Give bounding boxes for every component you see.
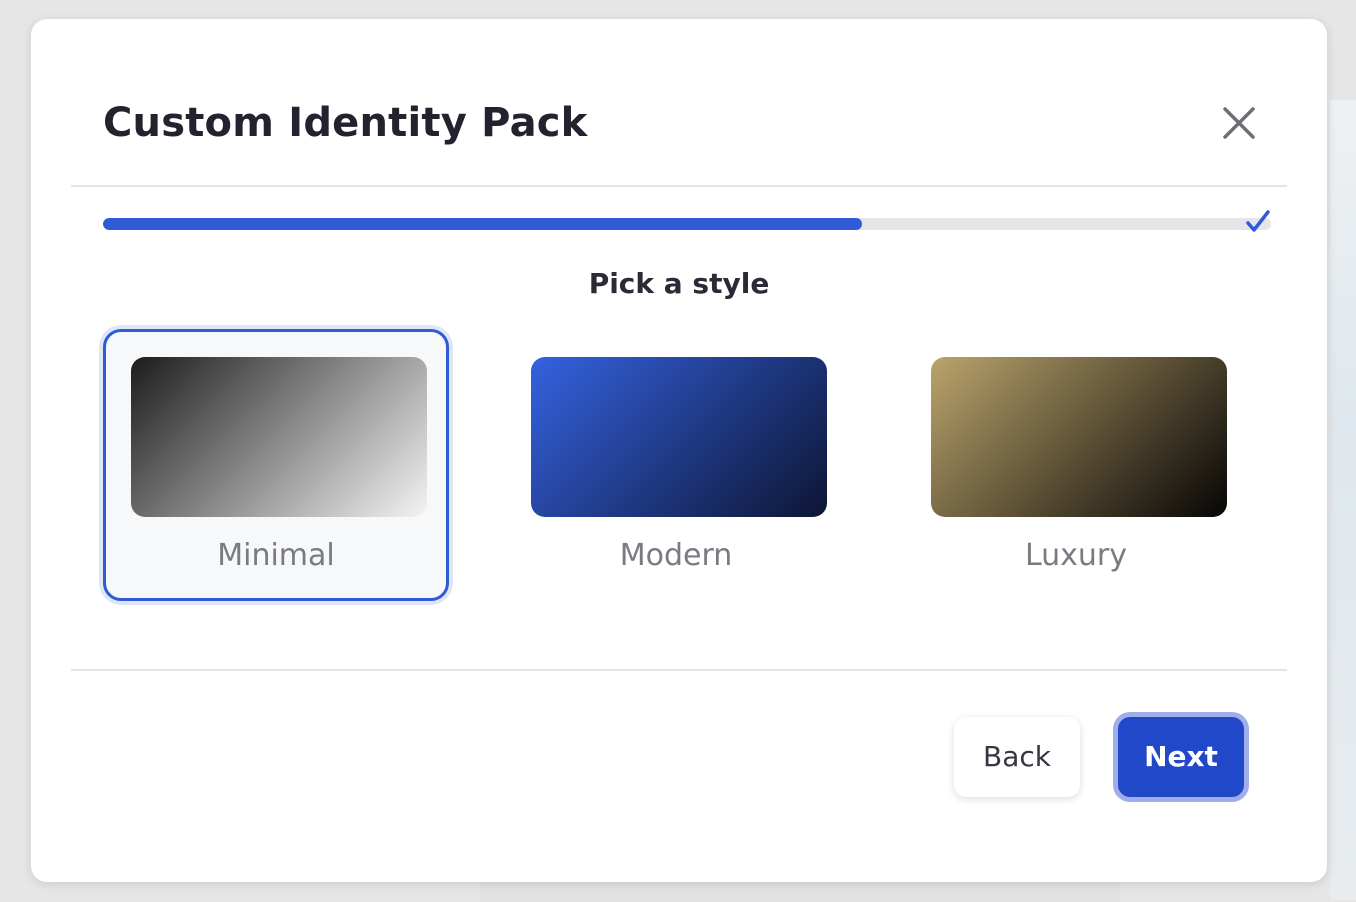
background-content <box>1330 100 1356 900</box>
close-icon <box>1223 107 1255 139</box>
next-button[interactable]: Next <box>1118 717 1244 797</box>
style-option-minimal[interactable]: Minimal <box>103 329 449 601</box>
back-button[interactable]: Back <box>954 717 1080 797</box>
progress-fill <box>103 218 863 230</box>
style-option-modern[interactable]: Modern <box>503 329 849 601</box>
style-label: Modern <box>619 538 733 573</box>
progress-bar <box>103 218 1271 230</box>
style-label: Luxury <box>1024 538 1128 573</box>
style-option-luxury[interactable]: Luxury <box>903 329 1249 601</box>
dialog-title: Custom Identity Pack <box>103 100 588 146</box>
style-label: Minimal <box>217 538 335 573</box>
step-title: Pick a style <box>588 267 770 300</box>
close-button[interactable] <box>1219 103 1259 143</box>
dialog-header: Custom Identity Pack <box>71 19 1287 187</box>
footer-divider <box>71 669 1287 671</box>
style-swatch <box>531 357 827 517</box>
style-swatch <box>931 357 1227 517</box>
background-content <box>480 882 1120 902</box>
check-icon <box>1245 209 1271 235</box>
custom-identity-pack-dialog: Custom Identity Pack Pick a style Minima… <box>31 19 1327 882</box>
style-swatch <box>131 357 427 517</box>
